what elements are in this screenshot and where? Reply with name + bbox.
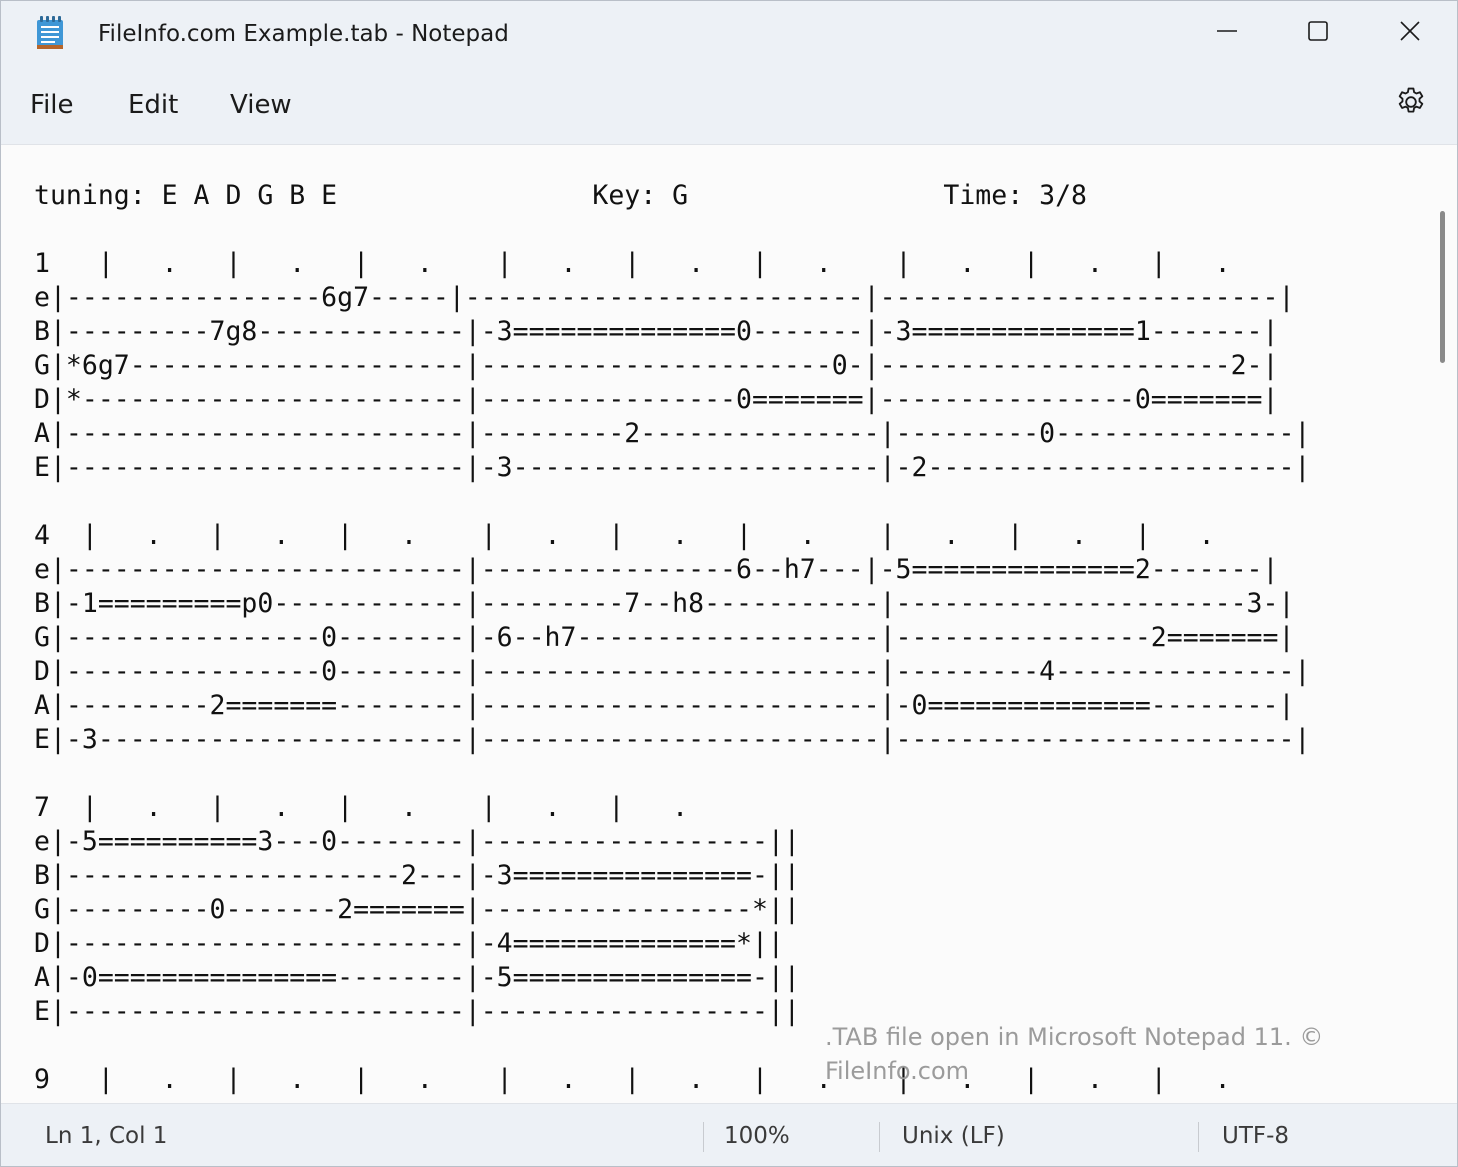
- notepad-window: FileInfo.com Example.tab - Notepad File …: [0, 0, 1458, 1167]
- title-bar[interactable]: FileInfo.com Example.tab - Notepad: [1, 1, 1457, 67]
- close-button[interactable]: [1380, 9, 1440, 53]
- status-divider: [1198, 1122, 1199, 1152]
- menu-bar: File Edit View: [1, 67, 1457, 145]
- status-line-ending[interactable]: Unix (LF): [902, 1120, 1005, 1152]
- maximize-button[interactable]: [1288, 9, 1348, 53]
- window-title: FileInfo.com Example.tab - Notepad: [98, 21, 509, 47]
- status-cursor-position: Ln 1, Col 1: [45, 1123, 168, 1149]
- status-bar: Ln 1, Col 1 100% Unix (LF) UTF-8: [1, 1103, 1457, 1166]
- menu-edit[interactable]: Edit: [128, 87, 178, 123]
- status-encoding[interactable]: UTF-8: [1222, 1120, 1289, 1152]
- watermark-caption: .TAB file open in Microsoft Notepad 11. …: [825, 1023, 1324, 1085]
- status-divider: [879, 1122, 880, 1152]
- maximize-icon: [1308, 21, 1328, 41]
- minimize-icon: [1217, 30, 1237, 32]
- menu-view[interactable]: View: [230, 87, 292, 123]
- status-zoom[interactable]: 100%: [724, 1120, 790, 1152]
- notepad-app-icon: [37, 16, 63, 49]
- close-icon: [1400, 21, 1420, 41]
- vertical-scrollbar-thumb[interactable]: [1440, 211, 1445, 363]
- text-editor[interactable]: tuning: E A D G B E Key: G Time: 3/8 1 |…: [1, 145, 1457, 1103]
- gear-icon[interactable]: [1394, 85, 1428, 119]
- minimize-button[interactable]: [1197, 9, 1257, 53]
- editor-content[interactable]: tuning: E A D G B E Key: G Time: 3/8 1 |…: [34, 179, 1310, 1097]
- status-divider: [703, 1122, 704, 1152]
- menu-file[interactable]: File: [30, 87, 74, 123]
